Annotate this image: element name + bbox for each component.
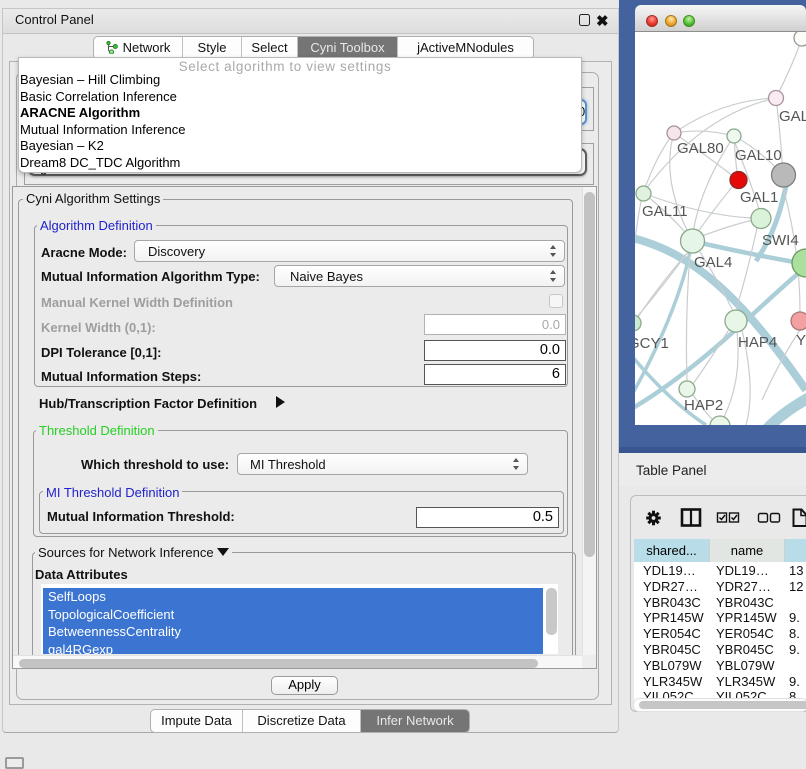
- svg-text:HAP2: HAP2: [684, 397, 723, 414]
- svg-text:GAL11: GAL11: [642, 203, 688, 220]
- svg-text:GAL80: GAL80: [677, 140, 724, 157]
- svg-text:GAL1: GAL1: [740, 189, 778, 206]
- svg-text:HAP4: HAP4: [738, 334, 777, 351]
- svg-text:Y: Y: [796, 332, 806, 349]
- svg-text:SWI4: SWI4: [762, 232, 799, 249]
- svg-text:GAL4: GAL4: [694, 254, 732, 271]
- svg-text:GAL10: GAL10: [735, 147, 782, 164]
- svg-text:GAL: GAL: [779, 108, 806, 125]
- svg-text:GCY1: GCY1: [635, 335, 669, 352]
